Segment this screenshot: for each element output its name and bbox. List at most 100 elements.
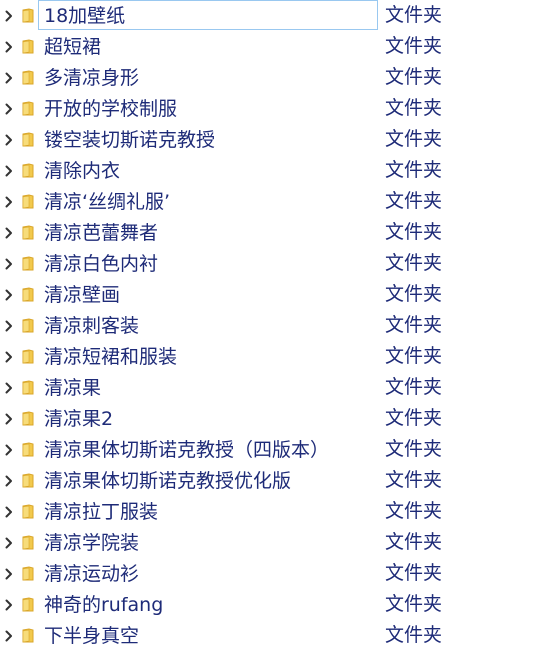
chevron-right-icon[interactable] <box>3 474 15 488</box>
folder-name: 清凉果2 <box>44 408 114 430</box>
chevron-right-icon[interactable] <box>3 350 15 364</box>
folder-row[interactable]: 清凉壁画 文件夹 <box>0 279 535 310</box>
folder-name-cell[interactable]: 下半身真空 <box>38 620 378 650</box>
folder-name-cell[interactable]: 清凉壁画 <box>38 279 378 309</box>
folder-name-cell[interactable]: 清凉短裙和服装 <box>38 341 378 371</box>
folder-name-cell[interactable]: 清凉刺客装 <box>38 310 378 340</box>
chevron-right-icon[interactable] <box>3 164 15 178</box>
chevron-right-icon[interactable] <box>3 505 15 519</box>
folder-icon <box>22 256 34 271</box>
folder-name-cell[interactable]: 超短裙 <box>38 31 378 61</box>
folder-row[interactable]: 清凉‘丝绸礼服’ 文件夹 <box>0 186 535 217</box>
chevron-right-icon[interactable] <box>3 71 15 85</box>
folder-name-cell[interactable]: 清凉果体切斯诺克教授（四版本） <box>38 434 378 464</box>
chevron-right-icon[interactable] <box>3 257 15 271</box>
folder-icon <box>22 287 34 302</box>
folder-row[interactable]: 清凉果2 文件夹 <box>0 403 535 434</box>
folder-type: 文件夹 <box>385 407 443 429</box>
chevron-right-icon[interactable] <box>3 567 15 581</box>
folder-row[interactable]: 清凉芭蕾舞者 文件夹 <box>0 217 535 248</box>
folder-name: 清凉壁画 <box>44 284 121 306</box>
folder-row[interactable]: 镂空装切斯诺克教授 文件夹 <box>0 124 535 155</box>
folder-row[interactable]: 清凉短裙和服装 文件夹 <box>0 341 535 372</box>
chevron-right-icon[interactable] <box>3 226 15 240</box>
folder-name-cell[interactable]: 开放的学校制服 <box>38 93 378 123</box>
folder-row[interactable]: 多清凉身形 文件夹 <box>0 62 535 93</box>
folder-row[interactable]: 清凉果体切斯诺克教授（四版本） 文件夹 <box>0 434 535 465</box>
folder-type: 文件夹 <box>385 624 443 646</box>
folder-name: 清除内衣 <box>44 160 121 182</box>
chevron-right-icon[interactable] <box>3 102 15 116</box>
folder-type: 文件夹 <box>385 438 443 460</box>
folder-name-cell[interactable]: 清凉拉丁服装 <box>38 496 378 526</box>
folder-row[interactable]: 清凉果 文件夹 <box>0 372 535 403</box>
folder-type: 文件夹 <box>385 97 443 119</box>
chevron-right-icon[interactable] <box>3 412 15 426</box>
folder-row[interactable]: 清除内衣 文件夹 <box>0 155 535 186</box>
folder-icon <box>22 442 34 457</box>
folder-icon <box>22 628 34 643</box>
folder-icon <box>22 349 34 364</box>
chevron-right-icon[interactable] <box>3 40 15 54</box>
folder-name-cell[interactable]: 清凉白色内衬 <box>38 248 378 278</box>
folder-icon <box>22 8 34 23</box>
folder-name-cell[interactable]: 清凉‘丝绸礼服’ <box>38 186 378 216</box>
folder-icon <box>22 597 34 612</box>
folder-row[interactable]: 18加壁纸 文件夹 <box>0 0 535 31</box>
folder-row[interactable]: 清凉果体切斯诺克教授优化版 文件夹 <box>0 465 535 496</box>
folder-icon <box>22 132 34 147</box>
folder-name-cell[interactable]: 清凉学院装 <box>38 527 378 557</box>
folder-type: 文件夹 <box>385 128 443 150</box>
folder-row[interactable]: 下半身真空 文件夹 <box>0 620 535 651</box>
chevron-right-icon[interactable] <box>3 629 15 643</box>
chevron-right-icon[interactable] <box>3 133 15 147</box>
folder-row[interactable]: 清凉刺客装 文件夹 <box>0 310 535 341</box>
folder-name: 清凉果 <box>44 377 102 399</box>
folder-type: 文件夹 <box>385 562 443 584</box>
folder-name-cell[interactable]: 18加壁纸 <box>38 0 378 30</box>
folder-type: 文件夹 <box>385 314 443 336</box>
folder-name-cell[interactable]: 清凉果体切斯诺克教授优化版 <box>38 465 378 495</box>
folder-name: 清凉芭蕾舞者 <box>44 222 159 244</box>
folder-name-cell[interactable]: 清凉果 <box>38 372 378 402</box>
chevron-right-icon[interactable] <box>3 319 15 333</box>
folder-name: 清凉刺客装 <box>44 315 140 337</box>
folder-name-cell[interactable]: 清凉果2 <box>38 403 378 433</box>
folder-row[interactable]: 清凉学院装 文件夹 <box>0 527 535 558</box>
folder-row[interactable]: 开放的学校制服 文件夹 <box>0 93 535 124</box>
chevron-right-icon[interactable] <box>3 195 15 209</box>
folder-name-cell[interactable]: 清凉运动衫 <box>38 558 378 588</box>
folder-row[interactable]: 清凉白色内衬 文件夹 <box>0 248 535 279</box>
folder-row[interactable]: 神奇的rufang 文件夹 <box>0 589 535 620</box>
folder-name-cell[interactable]: 清凉芭蕾舞者 <box>38 217 378 247</box>
folder-name-cell[interactable]: 多清凉身形 <box>38 62 378 92</box>
folder-type: 文件夹 <box>385 252 443 274</box>
chevron-right-icon[interactable] <box>3 536 15 550</box>
folder-icon <box>22 225 34 240</box>
folder-row[interactable]: 清凉运动衫 文件夹 <box>0 558 535 589</box>
folder-name-cell[interactable]: 镂空装切斯诺克教授 <box>38 124 378 154</box>
folder-icon <box>22 70 34 85</box>
chevron-right-icon[interactable] <box>3 288 15 302</box>
folder-name-cell[interactable]: 清除内衣 <box>38 155 378 185</box>
folder-name: 18加壁纸 <box>44 5 126 27</box>
folder-type: 文件夹 <box>385 500 443 522</box>
chevron-right-icon[interactable] <box>3 381 15 395</box>
folder-name: 神奇的rufang <box>44 594 164 616</box>
folder-type: 文件夹 <box>385 159 443 181</box>
folder-type: 文件夹 <box>385 531 443 553</box>
folder-name-cell[interactable]: 神奇的rufang <box>38 589 378 619</box>
folder-name: 清凉‘丝绸礼服’ <box>44 191 171 213</box>
folder-icon <box>22 504 34 519</box>
folder-row[interactable]: 超短裙 文件夹 <box>0 31 535 62</box>
folder-name: 超短裙 <box>44 36 102 58</box>
folder-name: 清凉短裙和服装 <box>44 346 178 368</box>
chevron-right-icon[interactable] <box>3 9 15 23</box>
chevron-right-icon[interactable] <box>3 443 15 457</box>
folder-row[interactable]: 清凉拉丁服装 文件夹 <box>0 496 535 527</box>
folder-type: 文件夹 <box>385 35 443 57</box>
folder-name: 清凉果体切斯诺克教授（四版本） <box>44 439 330 461</box>
folder-name: 镂空装切斯诺克教授 <box>44 129 216 151</box>
folder-icon <box>22 163 34 178</box>
chevron-right-icon[interactable] <box>3 598 15 612</box>
